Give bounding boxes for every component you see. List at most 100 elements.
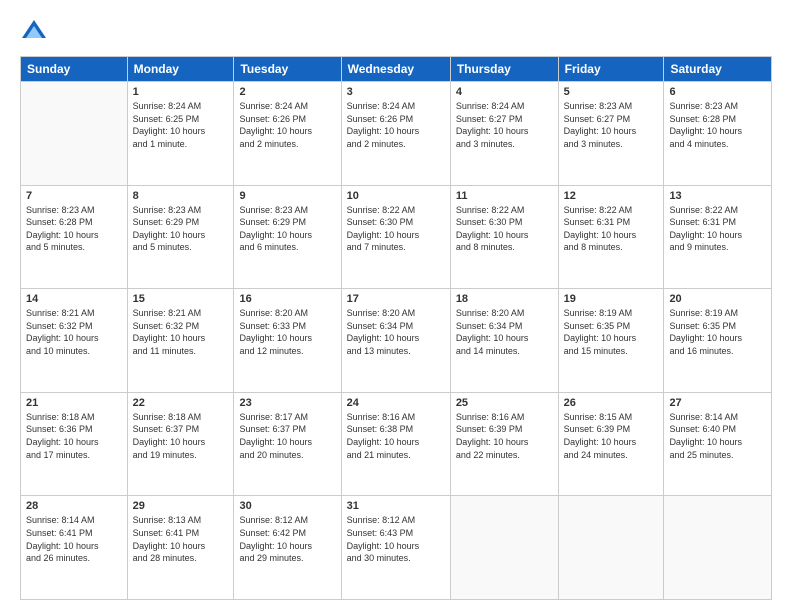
day-number: 29 xyxy=(133,500,229,512)
calendar-cell: 13 Sunrise: 8:22 AM Sunset: 6:31 PM Dayli… xyxy=(664,185,772,289)
calendar-cell: 17 Sunrise: 8:20 AM Sunset: 6:34 PM Dayli… xyxy=(341,289,450,393)
day-header: Sunday xyxy=(21,57,128,82)
page: SundayMondayTuesdayWednesdayThursdayFrid… xyxy=(0,0,792,612)
day-info: Sunrise: 8:22 AM Sunset: 6:31 PM Dayligh… xyxy=(669,204,766,254)
day-number: 20 xyxy=(669,293,766,305)
calendar-cell: 28 Sunrise: 8:14 AM Sunset: 6:41 PM Dayli… xyxy=(21,496,128,600)
calendar-cell: 15 Sunrise: 8:21 AM Sunset: 6:32 PM Dayli… xyxy=(127,289,234,393)
calendar-cell: 12 Sunrise: 8:22 AM Sunset: 6:31 PM Dayli… xyxy=(558,185,664,289)
day-number: 5 xyxy=(564,86,659,98)
day-number: 6 xyxy=(669,86,766,98)
day-number: 10 xyxy=(347,190,445,202)
calendar-cell: 5 Sunrise: 8:23 AM Sunset: 6:27 PM Daylig… xyxy=(558,82,664,186)
day-info: Sunrise: 8:12 AM Sunset: 6:42 PM Dayligh… xyxy=(239,514,335,564)
day-header: Wednesday xyxy=(341,57,450,82)
calendar-cell: 10 Sunrise: 8:22 AM Sunset: 6:30 PM Dayli… xyxy=(341,185,450,289)
calendar-cell: 24Sunrise: 8:16 AM Sunset: 6:38 PM Dayli… xyxy=(341,392,450,496)
day-number: 15 xyxy=(133,293,229,305)
calendar-cell: 11 Sunrise: 8:22 AM Sunset: 6:30 PM Dayli… xyxy=(450,185,558,289)
day-number: 28 xyxy=(26,500,122,512)
calendar-cell: 7Sunrise: 8:23 AM Sunset: 6:28 PM Daylig… xyxy=(21,185,128,289)
calendar-cell: 14 Sunrise: 8:21 AM Sunset: 6:32 PM Dayli… xyxy=(21,289,128,393)
calendar-cell: 3 Sunrise: 8:24 AM Sunset: 6:26 PM Daylig… xyxy=(341,82,450,186)
day-number: 13 xyxy=(669,190,766,202)
day-info: Sunrise: 8:23 AM Sunset: 6:28 PM Dayligh… xyxy=(26,204,122,254)
day-header: Saturday xyxy=(664,57,772,82)
day-info: Sunrise: 8:14 AM Sunset: 6:40 PM Dayligh… xyxy=(669,411,766,461)
day-info: Sunrise: 8:19 AM Sunset: 6:35 PM Dayligh… xyxy=(564,307,659,357)
day-number: 12 xyxy=(564,190,659,202)
calendar-cell: 18Sunrise: 8:20 AM Sunset: 6:34 PM Dayli… xyxy=(450,289,558,393)
calendar-cell: 30 Sunrise: 8:12 AM Sunset: 6:42 PM Dayli… xyxy=(234,496,341,600)
day-number: 26 xyxy=(564,397,659,409)
day-info: Sunrise: 8:18 AM Sunset: 6:36 PM Dayligh… xyxy=(26,411,122,461)
calendar-cell: 8 Sunrise: 8:23 AM Sunset: 6:29 PM Daylig… xyxy=(127,185,234,289)
day-info: Sunrise: 8:22 AM Sunset: 6:30 PM Dayligh… xyxy=(347,204,445,254)
day-info: Sunrise: 8:23 AM Sunset: 6:27 PM Dayligh… xyxy=(564,100,659,150)
calendar-cell: 25Sunrise: 8:16 AM Sunset: 6:39 PM Dayli… xyxy=(450,392,558,496)
calendar-cell: 19 Sunrise: 8:19 AM Sunset: 6:35 PM Dayli… xyxy=(558,289,664,393)
day-number: 22 xyxy=(133,397,229,409)
calendar: SundayMondayTuesdayWednesdayThursdayFrid… xyxy=(20,56,772,600)
day-number: 23 xyxy=(239,397,335,409)
day-header: Tuesday xyxy=(234,57,341,82)
day-number: 17 xyxy=(347,293,445,305)
day-info: Sunrise: 8:12 AM Sunset: 6:43 PM Dayligh… xyxy=(347,514,445,564)
day-info: Sunrise: 8:23 AM Sunset: 6:29 PM Dayligh… xyxy=(239,204,335,254)
calendar-cell: 9 Sunrise: 8:23 AM Sunset: 6:29 PM Daylig… xyxy=(234,185,341,289)
calendar-cell: 27Sunrise: 8:14 AM Sunset: 6:40 PM Dayli… xyxy=(664,392,772,496)
day-number: 16 xyxy=(239,293,335,305)
calendar-cell xyxy=(450,496,558,600)
day-info: Sunrise: 8:22 AM Sunset: 6:31 PM Dayligh… xyxy=(564,204,659,254)
day-number: 8 xyxy=(133,190,229,202)
day-info: Sunrise: 8:19 AM Sunset: 6:35 PM Dayligh… xyxy=(669,307,766,357)
day-number: 14 xyxy=(26,293,122,305)
day-number: 2 xyxy=(239,86,335,98)
day-info: Sunrise: 8:21 AM Sunset: 6:32 PM Dayligh… xyxy=(133,307,229,357)
calendar-cell: 4Sunrise: 8:24 AM Sunset: 6:27 PM Daylig… xyxy=(450,82,558,186)
day-info: Sunrise: 8:20 AM Sunset: 6:34 PM Dayligh… xyxy=(347,307,445,357)
day-info: Sunrise: 8:23 AM Sunset: 6:29 PM Dayligh… xyxy=(133,204,229,254)
calendar-cell: 6 Sunrise: 8:23 AM Sunset: 6:28 PM Daylig… xyxy=(664,82,772,186)
day-number: 11 xyxy=(456,190,553,202)
calendar-cell: 21 Sunrise: 8:18 AM Sunset: 6:36 PM Dayli… xyxy=(21,392,128,496)
day-info: Sunrise: 8:24 AM Sunset: 6:26 PM Dayligh… xyxy=(347,100,445,150)
logo xyxy=(20,18,52,46)
day-info: Sunrise: 8:18 AM Sunset: 6:37 PM Dayligh… xyxy=(133,411,229,461)
day-info: Sunrise: 8:21 AM Sunset: 6:32 PM Dayligh… xyxy=(26,307,122,357)
calendar-cell: 16 Sunrise: 8:20 AM Sunset: 6:33 PM Dayli… xyxy=(234,289,341,393)
day-info: Sunrise: 8:22 AM Sunset: 6:30 PM Dayligh… xyxy=(456,204,553,254)
day-info: Sunrise: 8:24 AM Sunset: 6:26 PM Dayligh… xyxy=(239,100,335,150)
day-info: Sunrise: 8:20 AM Sunset: 6:33 PM Dayligh… xyxy=(239,307,335,357)
day-number: 24 xyxy=(347,397,445,409)
day-info: Sunrise: 8:23 AM Sunset: 6:28 PM Dayligh… xyxy=(669,100,766,150)
day-number: 30 xyxy=(239,500,335,512)
day-header: Friday xyxy=(558,57,664,82)
calendar-cell xyxy=(21,82,128,186)
day-header: Monday xyxy=(127,57,234,82)
header xyxy=(20,18,772,46)
day-number: 19 xyxy=(564,293,659,305)
calendar-cell: 22 Sunrise: 8:18 AM Sunset: 6:37 PM Dayli… xyxy=(127,392,234,496)
week-row: 21 Sunrise: 8:18 AM Sunset: 6:36 PM Dayli… xyxy=(21,392,772,496)
logo-icon xyxy=(20,18,48,46)
calendar-cell: 20 Sunrise: 8:19 AM Sunset: 6:35 PM Dayli… xyxy=(664,289,772,393)
calendar-header-row: SundayMondayTuesdayWednesdayThursdayFrid… xyxy=(21,57,772,82)
day-number: 18 xyxy=(456,293,553,305)
calendar-cell xyxy=(664,496,772,600)
week-row: 1Sunrise: 8:24 AM Sunset: 6:25 PM Daylig… xyxy=(21,82,772,186)
day-number: 4 xyxy=(456,86,553,98)
day-number: 21 xyxy=(26,397,122,409)
day-info: Sunrise: 8:24 AM Sunset: 6:25 PM Dayligh… xyxy=(133,100,229,150)
day-info: Sunrise: 8:14 AM Sunset: 6:41 PM Dayligh… xyxy=(26,514,122,564)
day-info: Sunrise: 8:16 AM Sunset: 6:39 PM Dayligh… xyxy=(456,411,553,461)
day-info: Sunrise: 8:17 AM Sunset: 6:37 PM Dayligh… xyxy=(239,411,335,461)
calendar-cell: 23 Sunrise: 8:17 AM Sunset: 6:37 PM Dayli… xyxy=(234,392,341,496)
day-info: Sunrise: 8:15 AM Sunset: 6:39 PM Dayligh… xyxy=(564,411,659,461)
week-row: 7Sunrise: 8:23 AM Sunset: 6:28 PM Daylig… xyxy=(21,185,772,289)
day-number: 3 xyxy=(347,86,445,98)
day-number: 9 xyxy=(239,190,335,202)
calendar-cell xyxy=(558,496,664,600)
day-header: Thursday xyxy=(450,57,558,82)
day-number: 31 xyxy=(347,500,445,512)
